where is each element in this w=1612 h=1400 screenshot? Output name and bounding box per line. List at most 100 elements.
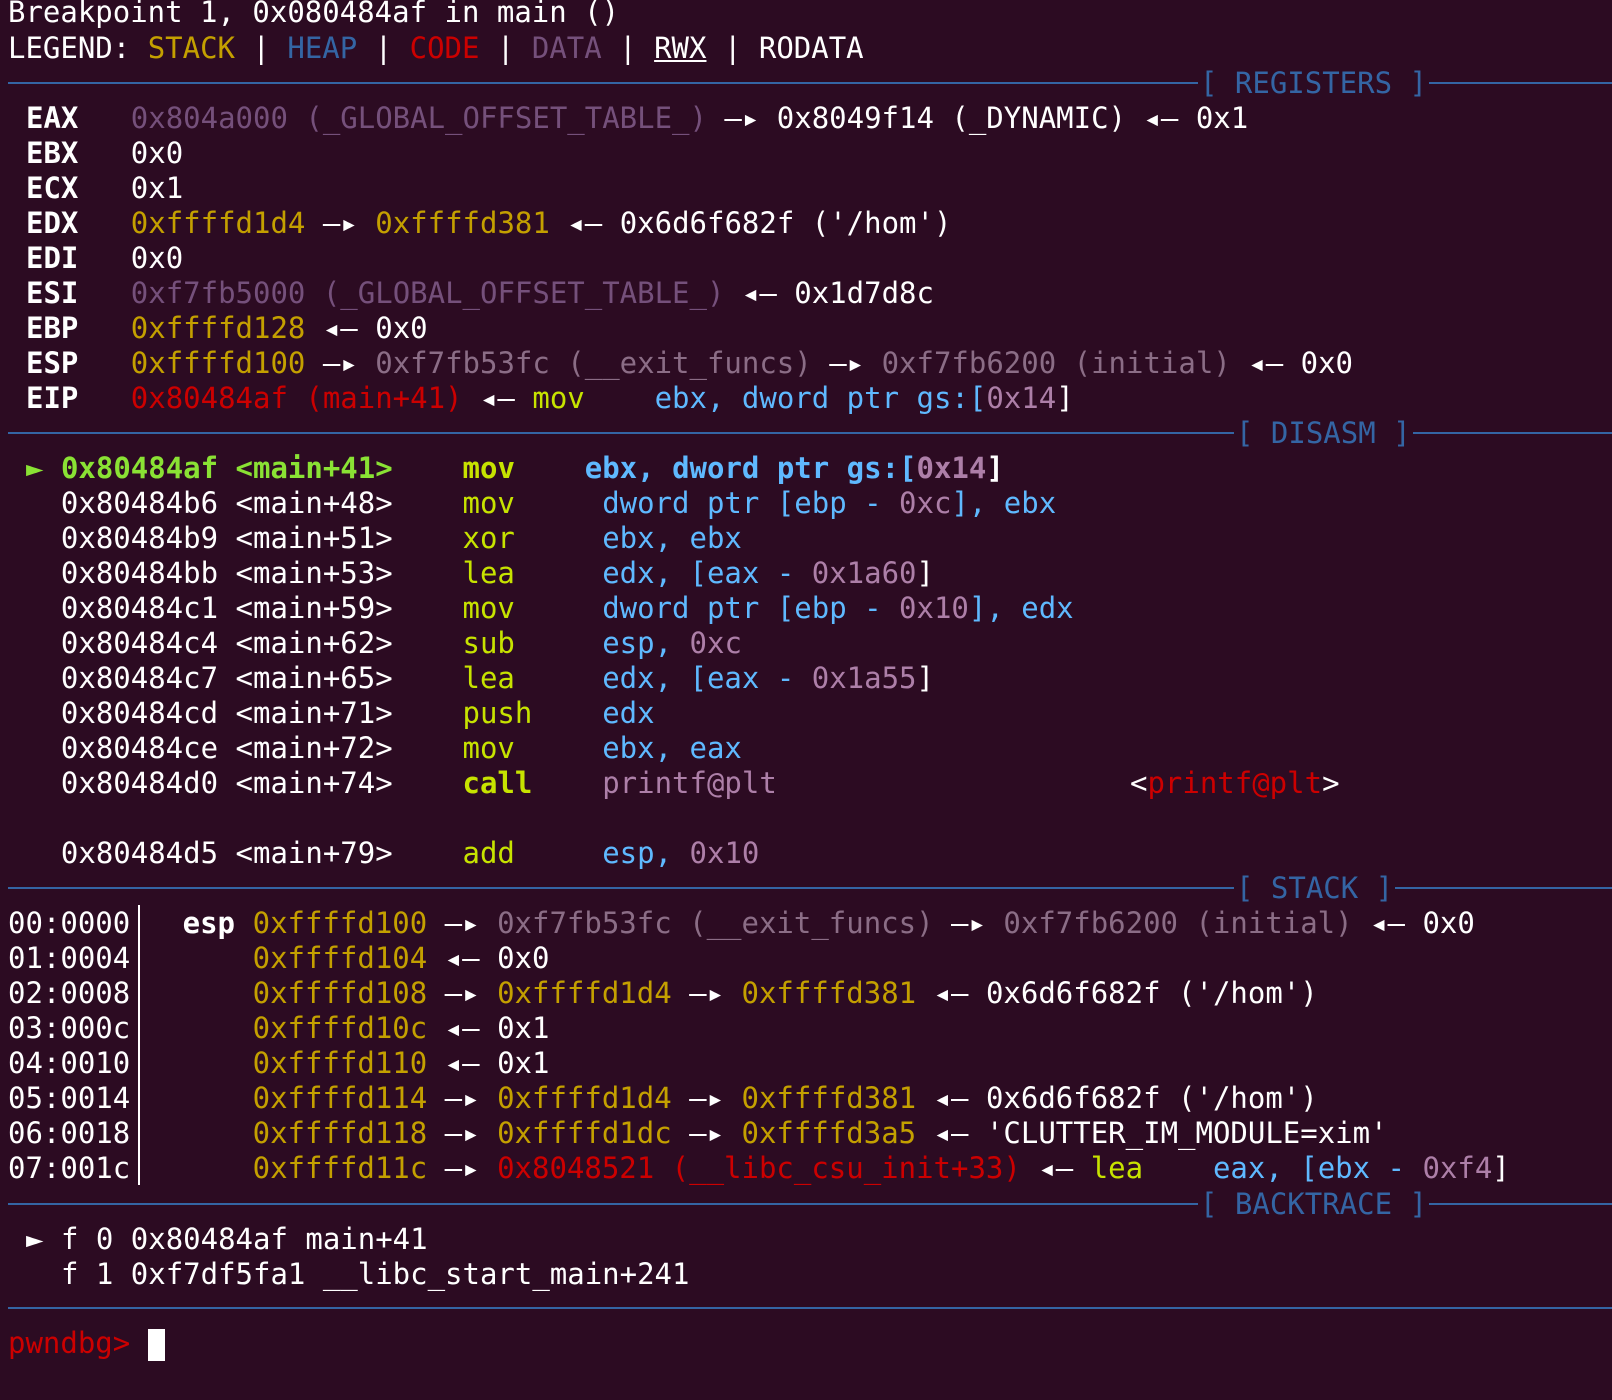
- register-eax: EAX 0x804a000 (_GLOBAL_OFFSET_TABLE_) —▸…: [26, 100, 1248, 136]
- stack-address: 0xffffd100: [252, 906, 428, 940]
- arrow: —▸: [811, 346, 882, 380]
- operand: ebx, ebx: [602, 521, 742, 555]
- stack-index: 01:0004: [8, 941, 131, 975]
- stack-segment: ◂—: [916, 1116, 986, 1150]
- stack-segment: ◂—: [916, 976, 986, 1010]
- register-symbol: (_GLOBAL_OFFSET_TABLE_): [305, 276, 725, 310]
- stack-segment: —▸: [933, 906, 1004, 940]
- stack-row: 02:0008 0xffffd108 —▸ 0xffffd1d4 —▸ 0xff…: [8, 975, 1318, 1011]
- stack-row: 06:0018 0xffffd118 —▸ 0xffffd1dc —▸ 0xff…: [8, 1115, 1388, 1151]
- stack-row: 05:0014 0xffffd114 —▸ 0xffffd1d4 —▸ 0xff…: [8, 1080, 1318, 1116]
- register-esi: ESI 0xf7fb5000 (_GLOBAL_OFFSET_TABLE_) ◂…: [26, 275, 934, 311]
- stack-segment: 0x6d6f682f ('/hom'): [985, 1081, 1318, 1115]
- text-cursor[interactable]: [147, 1329, 165, 1361]
- pointer-value: 0x1: [1195, 101, 1249, 135]
- frame-text: f 0 0x80484af main+41: [60, 1222, 428, 1256]
- mnemonic: push: [462, 696, 533, 730]
- instruction-symbol: <main+71>: [235, 696, 393, 730]
- register-value: 0x80484af (main+41): [130, 381, 463, 415]
- stack-row: 07:001c 0xffffd11c —▸ 0x8048521 (__libc_…: [8, 1150, 1510, 1186]
- stack-index: 04:0010: [8, 1046, 131, 1080]
- stack-segment: 0x6d6f682f ('/hom'): [985, 976, 1318, 1010]
- operand: ]: [916, 661, 934, 695]
- instruction-symbol: <main+48>: [235, 486, 393, 520]
- arrow: ◂—: [724, 276, 795, 310]
- stack-segment: 0xffffd3a5: [741, 1116, 917, 1150]
- stack-address: 0xffffd110: [252, 1046, 428, 1080]
- disasm-title: [ DISASM ]: [1234, 415, 1413, 451]
- instruction-address: 0x80484bb: [60, 556, 219, 590]
- operand-number: 0xc: [689, 626, 742, 660]
- instruction-symbol: <main+59>: [235, 591, 393, 625]
- stack-segment: 0x0: [497, 941, 550, 975]
- arrow: —▸: [305, 206, 376, 240]
- arrow: ◂—: [1230, 346, 1301, 380]
- backtrace-frame: ► f 0 0x80484af main+41: [26, 1221, 428, 1257]
- operand: esp,: [602, 836, 690, 870]
- register-name: EBX: [26, 136, 79, 170]
- stack-address: 0xffffd11c: [252, 1151, 428, 1185]
- register-name: ESI: [26, 276, 79, 310]
- stack-segment: —▸: [671, 976, 742, 1010]
- prompt-label: pwndbg>: [8, 1326, 148, 1360]
- frame-text: f 1 0xf7df5fa1 __libc_start_main+241: [60, 1257, 690, 1291]
- register-edi: EDI 0x0: [26, 240, 183, 276]
- prompt-separator: [8, 1307, 1612, 1309]
- operand: ]: [1056, 381, 1074, 415]
- legend-sep: |: [357, 31, 410, 65]
- register-name: EBP: [26, 311, 79, 345]
- legend-rodata: RODATA: [758, 31, 864, 65]
- register-edx: EDX 0xffffd1d4 —▸ 0xffffd381 ◂— 0x6d6f68…: [26, 205, 951, 241]
- stack-segment: lea: [1090, 1151, 1144, 1185]
- instruction-symbol: <main+51>: [235, 521, 393, 555]
- stack-address: 0xffffd114: [252, 1081, 428, 1115]
- stack-index: 07:001c: [8, 1151, 131, 1185]
- stack-segment: 0x8048521 (__libc_csu_init+33): [497, 1151, 1021, 1185]
- instruction-address: 0x80484af: [60, 451, 219, 485]
- operand-number: 0x10: [899, 591, 969, 625]
- register-name: ECX: [26, 171, 79, 205]
- legend-sep: |: [706, 31, 759, 65]
- call-target: printf@plt: [602, 766, 777, 800]
- arrow: —▸: [706, 101, 777, 135]
- instruction-address: 0x80484c4: [60, 626, 219, 660]
- stack-segment: eax, [ebx -: [1212, 1151, 1423, 1185]
- legend-sep: |: [601, 31, 655, 65]
- disasm-line: 0x80484b9 <main+51> xor ebx, ebx: [26, 520, 742, 556]
- register-ebp: EBP 0xffffd128 ◂— 0x0: [26, 310, 428, 346]
- instruction-symbol: <main+62>: [235, 626, 393, 660]
- stack-segment: ◂—: [1020, 1151, 1091, 1185]
- register-ecx: ECX 0x1: [26, 170, 183, 206]
- instruction-symbol: <main+79>: [235, 836, 393, 870]
- instruction-symbol: <main+65>: [235, 661, 393, 695]
- stack-address: 0xffffd118: [252, 1116, 428, 1150]
- stack-row: 04:0010 0xffffd110 ◂— 0x1: [8, 1045, 549, 1081]
- mnemonic: lea: [462, 661, 515, 695]
- stack-segment: —▸: [671, 1081, 742, 1115]
- stack-row: 00:0000 esp 0xffffd100 —▸ 0xf7fb53fc (__e…: [8, 905, 1475, 941]
- stack-segment: ]: [1492, 1151, 1510, 1185]
- stack-segment: —▸: [427, 1116, 498, 1150]
- register-ebx: EBX 0x0: [26, 135, 183, 171]
- stack-address: 0xffffd104: [252, 941, 428, 975]
- mnemonic: mov: [462, 451, 515, 485]
- operand: ]: [916, 556, 934, 590]
- register-symbol: (_GLOBAL_OFFSET_TABLE_): [287, 101, 707, 135]
- stack-segment: —▸: [427, 1151, 498, 1185]
- stack-segment: 0xf7fb6200 (initial): [1003, 906, 1353, 940]
- command-prompt[interactable]: pwndbg>: [8, 1325, 165, 1361]
- operand: ], ebx: [951, 486, 1057, 520]
- register-name: EDX: [26, 206, 79, 240]
- stack-segment: ◂—: [427, 1011, 498, 1045]
- stack-segment: 'CLUTTER_IM_MODULE=xim': [985, 1116, 1388, 1150]
- disasm-line: 0x80484bb <main+53> lea edx, [eax - 0x1a…: [26, 555, 934, 591]
- stack-segment: ◂—: [427, 1046, 498, 1080]
- pointer-value: 0x0: [1300, 346, 1354, 380]
- operand: dword ptr gs:[: [741, 381, 987, 415]
- instruction-symbol: <main+41>: [235, 451, 393, 485]
- stack-segment: 0xffffd381: [741, 1081, 917, 1115]
- frame-marker: [26, 1257, 43, 1291]
- stack-segment: [1143, 1151, 1213, 1185]
- current-frame-marker-icon: ►: [26, 1222, 44, 1256]
- stack-segment: —▸: [427, 976, 498, 1010]
